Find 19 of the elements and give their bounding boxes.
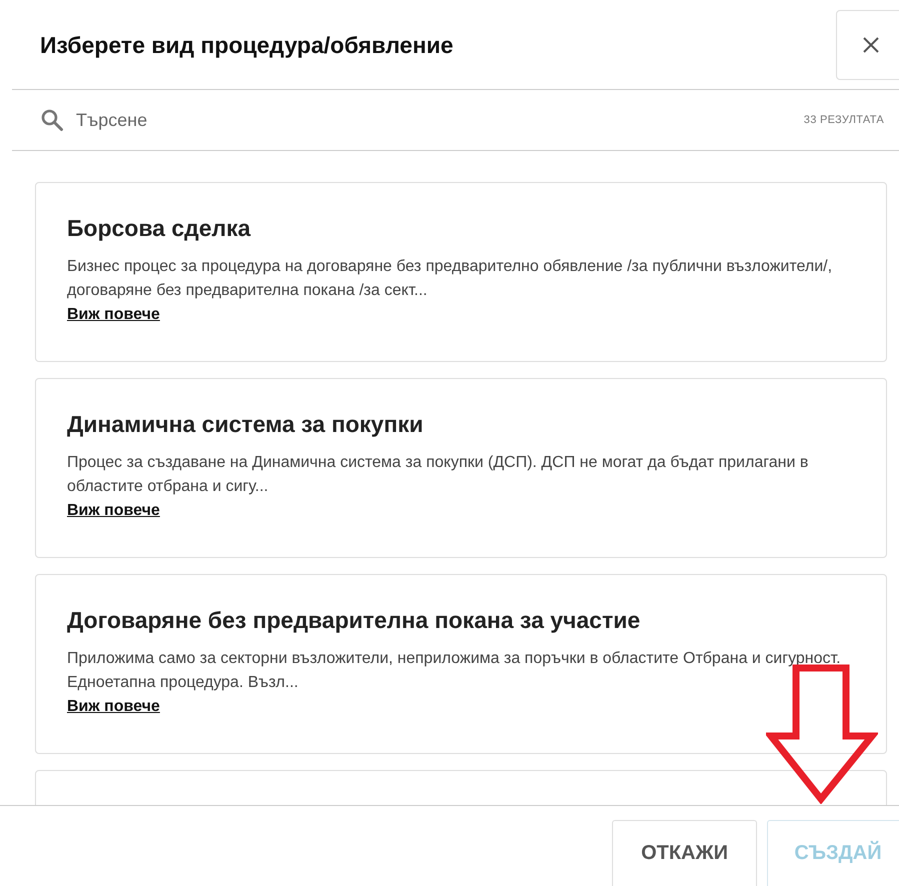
search-field[interactable]: Търсене — [74, 108, 804, 132]
see-more-link[interactable]: Виж повече — [67, 306, 160, 323]
procedure-description: Процес за създаване на Динамична система за покупки (ДСП). ДСП не могат да бъдат прилагани в областите отбрана и сигу... — [67, 453, 810, 497]
results-count: 33 РЕЗУЛТАТА — [804, 114, 884, 126]
dialog-title: Изберете вид процедура/обявление — [40, 31, 454, 59]
procedure-title: Динамична система за покупки — [67, 410, 424, 439]
procedure-description: Бизнес процес за процедура на договаряне без предварително обявление /за публични възложители/, договаряне без предварителна покана /за сект... — [67, 257, 834, 301]
procedure-card[interactable]: Договаряне без предварителна покана за участие Приложима само за секторни възложители, неприложима за поръчки в областите Отбрана и сигурност. Едноетапна процедура. Възл... Виж повече — [35, 574, 887, 754]
see-more-link[interactable]: Виж повече — [67, 698, 160, 715]
procedure-title: Борсова сделка — [67, 214, 252, 243]
procedure-description: Приложима само за секторни възложители, неприложима за поръчки в областите Отбрана и сигурност. Едноетапна процедура. Възл... — [67, 649, 842, 693]
see-more-link[interactable]: Виж повече — [67, 502, 160, 519]
search-icon — [40, 108, 64, 132]
close-icon — [862, 36, 880, 54]
procedure-card[interactable]: Борсова сделка Бизнес процес за процедура на договаряне без предварително обявление /за публични възложители/, договаряне без предварителна покана /за сект... Виж повече — [35, 182, 887, 362]
close-button[interactable] — [836, 10, 899, 80]
procedure-card[interactable]: Динамична система за покупки Процес за създаване на Динамична система за покупки (ДСП). ДСП не могат да бъдат прилагани в областите отбрана и сигу... Виж повече — [35, 378, 887, 558]
procedure-title: Договаряне без предварителна покана за участие — [67, 606, 642, 635]
cancel-button[interactable]: ОТКАЖИ — [612, 820, 757, 886]
